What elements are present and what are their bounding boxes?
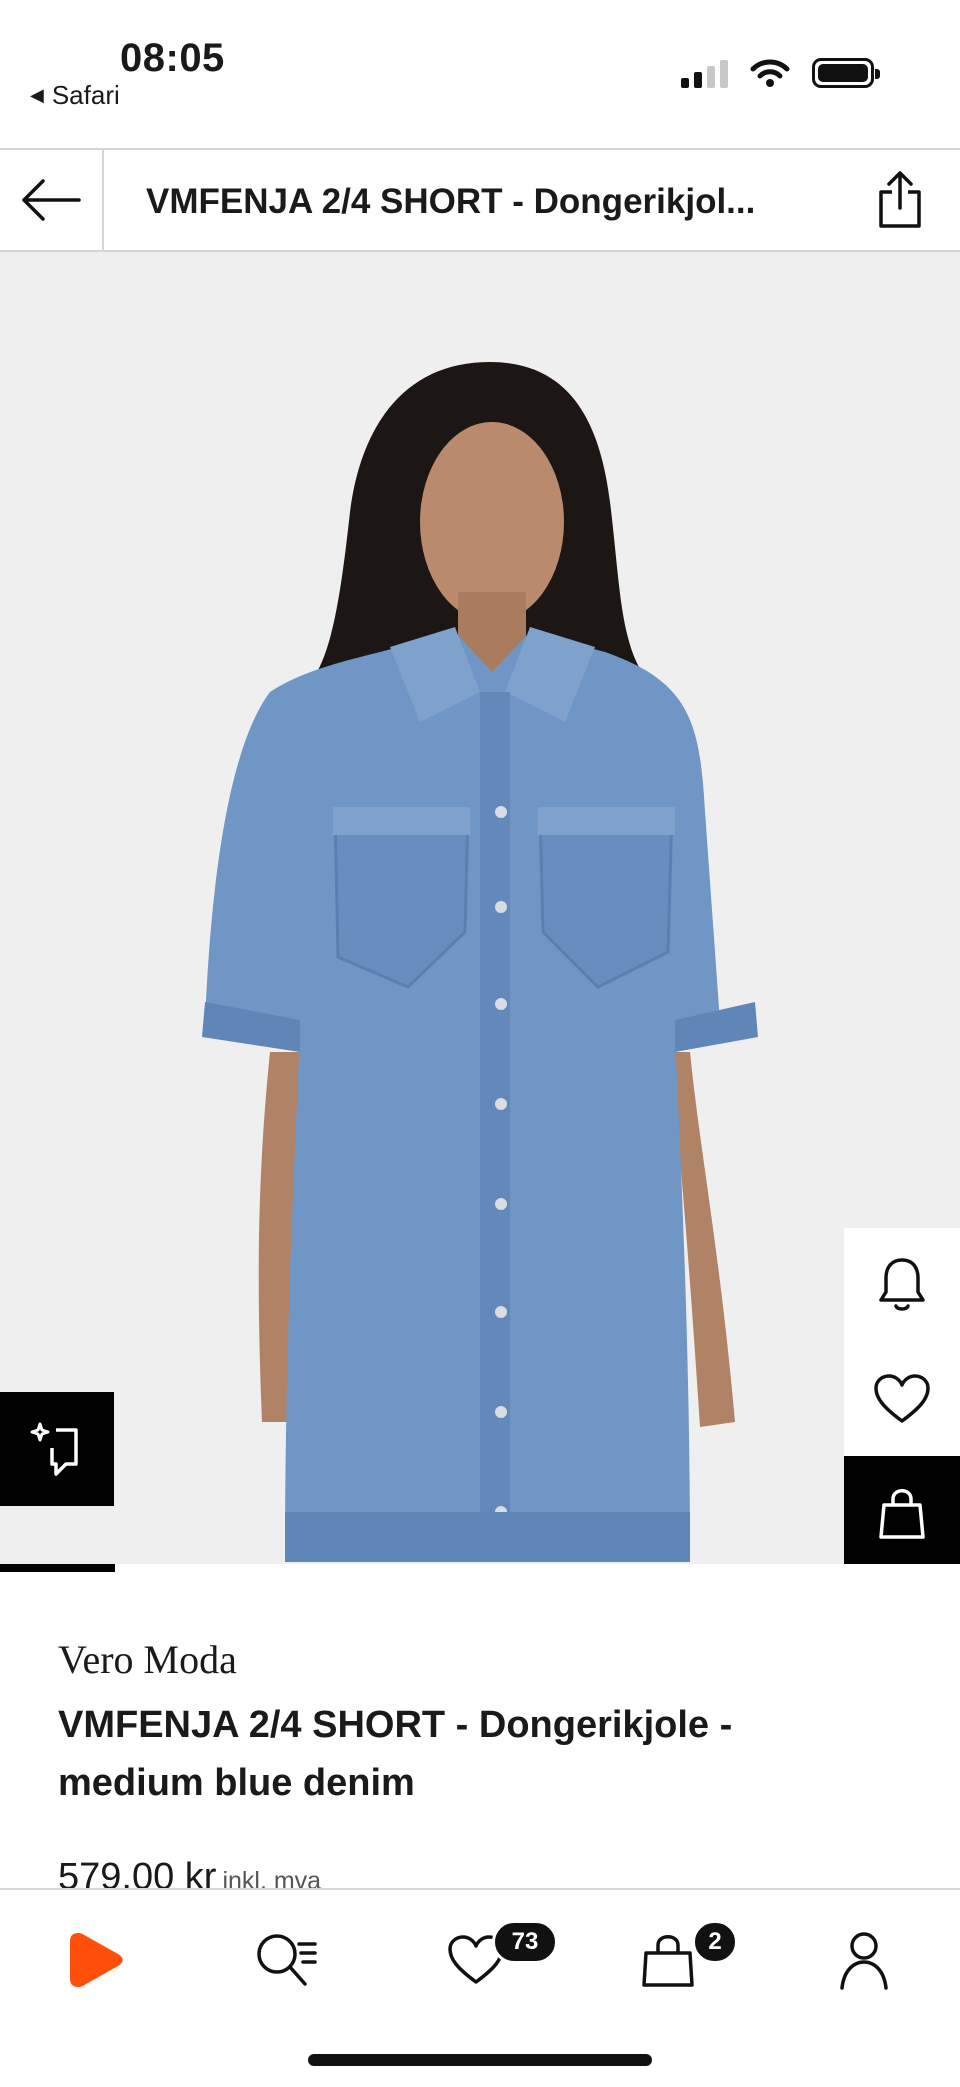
- bottom-tab-bar: 73 2: [0, 1888, 960, 2087]
- wishlist-button[interactable]: [844, 1342, 960, 1456]
- tab-home[interactable]: [56, 1920, 136, 2000]
- share-icon: [879, 171, 921, 228]
- bag-icon: [642, 1935, 694, 1987]
- page-title: VMFENJA 2/4 SHORT - Dongerikjol...: [146, 182, 756, 221]
- heart-icon: [874, 1374, 930, 1423]
- back-app-label: Safari: [51, 80, 120, 110]
- navigation-bar: VMFENJA 2/4 SHORT - Dongerikjol...: [0, 148, 960, 252]
- home-indicator: [308, 2054, 652, 2066]
- back-to-app[interactable]: ◀ Safari: [30, 80, 120, 111]
- share-button[interactable]: [870, 168, 930, 232]
- similar-items-icon: [30, 1422, 78, 1476]
- bell-icon: [879, 1258, 925, 1311]
- search-icon: [257, 1934, 317, 1986]
- back-button[interactable]: [0, 150, 104, 250]
- tab-search[interactable]: [246, 1920, 326, 2000]
- product-image[interactable]: [0, 252, 960, 1570]
- model-wearing-denim-dress: [202, 362, 758, 1562]
- back-arrow-icon: [22, 179, 81, 221]
- battery-icon: [812, 58, 880, 88]
- status-time: 08:05: [120, 36, 225, 80]
- notify-button[interactable]: [844, 1228, 960, 1342]
- back-triangle-icon: ◀: [30, 85, 44, 105]
- wishlist-count-badge: 73: [492, 1920, 558, 1964]
- profile-icon: [840, 1932, 888, 1990]
- brand-name[interactable]: Vero Moda: [58, 1636, 237, 1683]
- zalando-logo-icon: [70, 1933, 123, 1987]
- cellular-signal-icon: [681, 58, 728, 88]
- similar-items-button[interactable]: [0, 1392, 114, 1506]
- add-to-bag-button[interactable]: [844, 1456, 960, 1570]
- image-side-actions: [844, 1228, 960, 1570]
- image-carousel-progress: [0, 1564, 960, 1572]
- system-icons: [681, 58, 880, 88]
- product-name: VMFENJA 2/4 SHORT - Dongerikjole - mediu…: [58, 1704, 733, 1804]
- tab-profile[interactable]: [824, 1920, 904, 2000]
- status-bar: 08:05 ◀ Safari: [0, 0, 960, 148]
- wifi-icon: [750, 59, 790, 87]
- cart-count-badge: 2: [692, 1920, 738, 1964]
- bag-icon: [879, 1489, 925, 1539]
- image-carousel-progress-fill: [0, 1564, 116, 1572]
